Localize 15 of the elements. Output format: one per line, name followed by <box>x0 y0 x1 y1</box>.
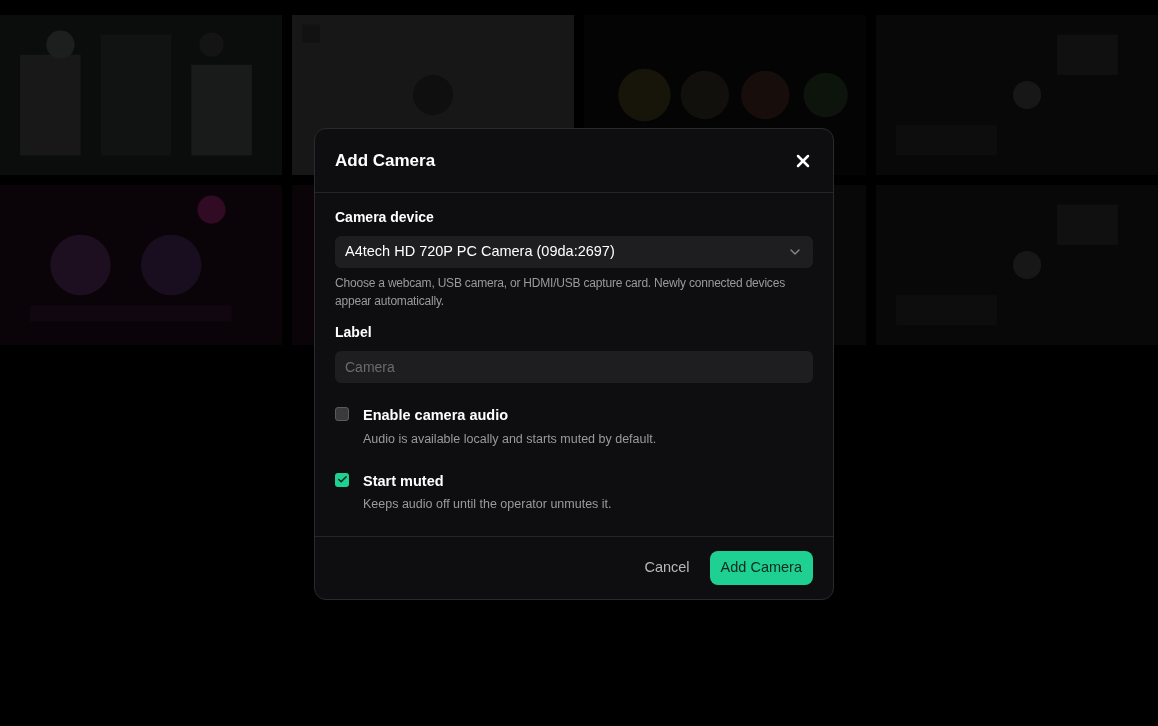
checkbox[interactable] <box>335 472 349 487</box>
checkbox[interactable] <box>335 407 349 421</box>
option-label: Enable camera audio <box>363 406 510 425</box>
option-label: Start muted <box>363 471 445 491</box>
cancel-button[interactable]: Cancel <box>634 551 700 585</box>
check-icon <box>336 474 348 485</box>
option-description: Keeps audio off until the operator unmutes it. <box>363 496 612 514</box>
help-text: Choose a webcam, USB camera, or HDMI/USB capture card. Newly connected devices appear automatically. <box>335 275 786 310</box>
option-description: Audio is available locally and starts muted by default. <box>363 430 657 448</box>
add-camera-button[interactable]: Add Camera <box>709 551 813 585</box>
label-input[interactable]: Camera <box>335 351 813 383</box>
dialog-title: Add Camera <box>335 149 436 172</box>
camera-device-dropdown[interactable]: A4tech HD 720P PC Camera (09da:2697) <box>335 236 813 268</box>
field-label: Label <box>335 323 373 342</box>
field-label: Camera device <box>335 208 435 227</box>
